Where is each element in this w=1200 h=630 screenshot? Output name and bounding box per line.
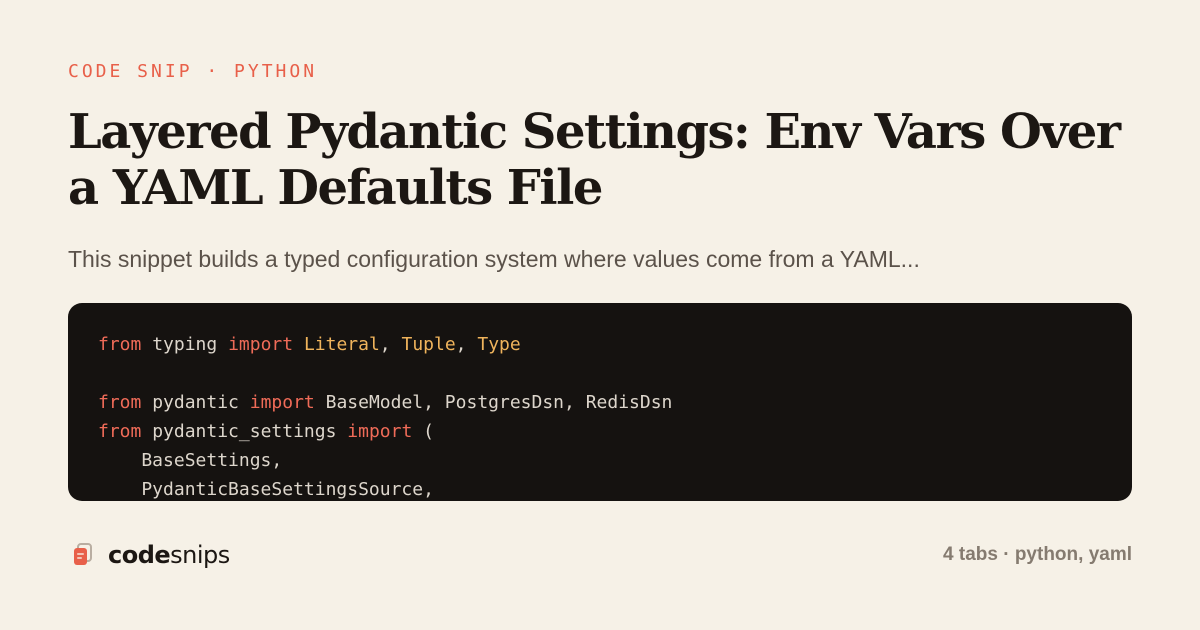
code-text: BaseSettings, xyxy=(98,450,283,471)
code-keyword: import xyxy=(347,421,413,442)
code-text: ( xyxy=(412,421,434,442)
code-keyword: import xyxy=(249,392,315,413)
code-text: , xyxy=(379,334,402,355)
brand-name: codesnips xyxy=(108,540,230,570)
page-title: Layered Pydantic Settings: Env Vars Over… xyxy=(68,104,1121,216)
stacked-pages-icon xyxy=(72,542,94,568)
code-text: PydanticBaseSettingsSource, xyxy=(98,479,434,500)
brand-name-rest: snips xyxy=(170,541,230,569)
og-card: CODE SNIP · PYTHON Layered Pydantic Sett… xyxy=(0,0,1200,630)
tabs-meta: 4 tabs · python, yaml xyxy=(943,544,1132,565)
code-keyword: import xyxy=(228,334,294,355)
code-text: pydantic_settings xyxy=(141,421,348,442)
code-type: Tuple xyxy=(401,334,456,355)
brand-logo: codesnips xyxy=(72,540,230,570)
code-type: Type xyxy=(477,334,521,355)
brand-name-bold: code xyxy=(108,541,171,569)
code-text: pydantic xyxy=(141,392,250,413)
code-keyword: from xyxy=(98,421,142,442)
category-kicker: CODE SNIP · PYTHON xyxy=(68,61,318,82)
code-line: PydanticBaseSettingsSource, xyxy=(98,479,434,500)
code-line: BaseSettings, xyxy=(98,450,282,471)
snippet-description: This snippet builds a typed configuratio… xyxy=(68,246,920,272)
code-block: from typing import Literal, Tuple, Type … xyxy=(68,303,1132,501)
code-line: from pydantic import BaseModel, Postgres… xyxy=(98,392,672,413)
code-content: from typing import Literal, Tuple, Type … xyxy=(98,330,672,501)
code-text: typing xyxy=(141,334,229,355)
code-keyword: from xyxy=(98,334,142,355)
code-line: from typing import Literal, Tuple, Type xyxy=(98,334,521,355)
code-line: from pydantic_settings import ( xyxy=(98,421,434,442)
code-text: , xyxy=(455,334,478,355)
code-type: Literal xyxy=(303,334,380,355)
code-text: BaseModel, PostgresDsn, RedisDsn xyxy=(314,392,673,413)
code-keyword: from xyxy=(98,392,142,413)
